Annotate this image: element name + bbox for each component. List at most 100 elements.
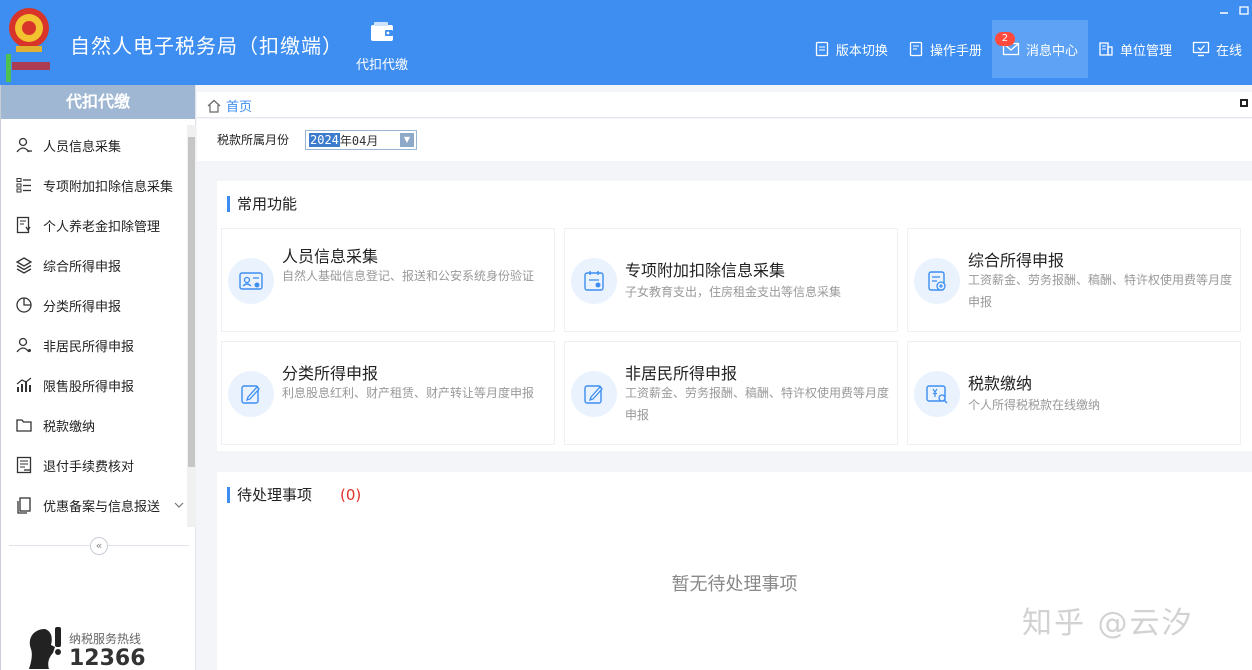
tax-month-label: 税款所属月份	[217, 133, 290, 147]
tax-month-rest: 年04月	[339, 133, 379, 148]
card-title: 非居民所得申报	[625, 364, 738, 383]
sidebar-item-label: 专项附加扣除信息采集	[43, 179, 174, 195]
card-desc: 利息股息红利、财产租赁、财产转让等月度申报	[282, 386, 535, 400]
chevron-down-icon[interactable]	[174, 500, 184, 510]
window-controls	[1218, 0, 1250, 15]
sidebar-item-refund-fee-check[interactable]: 退付手续费核对	[1, 445, 195, 485]
sidebar-item-tax-payment[interactable]: 税款缴纳	[1, 405, 195, 445]
sidebar-item-comprehensive-income[interactable]: 综合所得申报	[1, 245, 195, 285]
nav-online[interactable]: 在线	[1182, 20, 1252, 78]
sidebar-item-preferential-filing[interactable]: 优惠备案与信息报送	[1, 485, 195, 525]
app-title: 自然人电子税务局（扣缴端）	[70, 34, 343, 58]
breadcrumb-home[interactable]: 首页	[207, 96, 252, 115]
restore-icon	[1239, 6, 1249, 15]
card-title: 综合所得申报	[968, 251, 1065, 270]
tax-month-year: 2024	[309, 133, 340, 147]
tax-month-select[interactable]: 2024 年04月 ▼	[305, 130, 417, 150]
sidebar-item-special-deduction[interactable]: 专项附加扣除信息采集	[1, 165, 195, 205]
nav-version-switch[interactable]: 版本切换	[804, 20, 898, 78]
card-desc: 个人所得税税款在线缴纳	[968, 398, 1101, 412]
dropdown-arrow-icon[interactable]: ▼	[400, 133, 414, 147]
minimize-button[interactable]	[1218, 0, 1230, 14]
sidebar-scrollbar[interactable]	[187, 125, 196, 527]
building-icon	[1099, 42, 1113, 56]
breadcrumb: 首页	[197, 92, 1252, 118]
sidebar-item-label: 综合所得申报	[43, 259, 122, 275]
sidebar-item-label: 分类所得申报	[43, 299, 122, 315]
document-icon	[815, 41, 829, 57]
nav-manual[interactable]: 操作手册	[898, 20, 992, 78]
folder-icon	[16, 419, 32, 432]
calendar-form-icon	[571, 258, 617, 304]
bar-chart-icon	[16, 377, 32, 392]
manual-icon	[909, 41, 923, 57]
sidebar-item-label: 税款缴纳	[43, 419, 96, 435]
copy-icon	[17, 497, 31, 514]
list-icon	[16, 178, 31, 193]
nav-label: 在线	[1215, 43, 1242, 59]
sidebar-item-nonresident-income[interactable]: 非居民所得申报	[1, 325, 195, 365]
collapse-sidebar-button[interactable]: «	[90, 537, 108, 555]
wallet-icon	[371, 22, 393, 41]
person-alt-icon	[16, 337, 31, 353]
edit-icon	[228, 371, 274, 417]
sidebar-item-label: 优惠备案与信息报送	[43, 499, 161, 515]
person-icon	[16, 137, 32, 153]
scrollbar-thumb[interactable]	[188, 137, 195, 467]
filter-bar: 税款所属月份 2024 年04月 ▼	[197, 119, 1252, 161]
sidebar-item-classified-income[interactable]: 分类所得申报	[1, 285, 195, 325]
receipt-icon	[16, 456, 32, 474]
card-desc: 工资薪金、劳务报酬、稿酬、特许权使用费等月度申报	[968, 273, 1233, 309]
headset-person-icon	[29, 627, 61, 669]
sidebar-item-label: 限售股所得申报	[43, 379, 135, 395]
maximize-panel-button[interactable]	[1240, 99, 1248, 107]
layers-icon	[15, 257, 33, 274]
nav-unit-management[interactable]: 单位管理	[1088, 20, 1182, 78]
sidebar: 代扣代缴 人员信息采集 专项附加扣除信息采集 个人养老金扣除管理 综合所得申报 …	[0, 85, 196, 670]
pending-title-text: 待处理事项	[237, 486, 313, 504]
card-comprehensive-income[interactable]: 综合所得申报 工资薪金、劳务报酬、稿酬、特许权使用费等月度申报	[907, 228, 1241, 332]
watermark: 知乎 @云汐	[1022, 606, 1194, 641]
sidebar-item-pension[interactable]: 个人养老金扣除管理	[1, 205, 195, 245]
pending-count: (0)	[340, 485, 362, 504]
id-card-icon	[228, 258, 274, 304]
card-classified-income[interactable]: 分类所得申报 利息股息红利、财产租赁、财产转让等月度申报	[221, 341, 555, 445]
restore-button[interactable]	[1238, 0, 1250, 15]
sidebar-item-label: 个人养老金扣除管理	[43, 219, 161, 235]
pie-icon	[16, 297, 32, 313]
monitor-check-icon	[1192, 41, 1210, 57]
nav-message-center[interactable]: 2 消息中心	[991, 20, 1088, 78]
pension-doc-icon	[16, 216, 31, 234]
report-add-icon	[914, 258, 960, 304]
common-functions-panel: 常用功能 人员信息采集 自然人基础信息登记、报送和公安系统身份验证 专项附加扣除…	[217, 181, 1252, 451]
sidebar-item-label: 非居民所得申报	[43, 339, 135, 355]
sidebar-item-personnel-info[interactable]: 人员信息采集	[1, 125, 195, 165]
card-personnel-info[interactable]: 人员信息采集 自然人基础信息登记、报送和公安系统身份验证	[221, 228, 555, 332]
card-nonresident-income[interactable]: 非居民所得申报 工资薪金、劳务报酬、稿酬、特许权使用费等月度申报	[564, 341, 898, 445]
hotline-label: 纳税服务热线	[69, 632, 142, 646]
home-icon	[207, 99, 221, 113]
card-title: 税款缴纳	[968, 374, 1033, 393]
top-nav: 版本切换 操作手册 2 消息中心 单位管理 在线	[804, 20, 1252, 78]
nav-label: 操作手册	[929, 43, 982, 59]
card-desc: 子女教育支出，住房租金支出等信息采集	[625, 285, 842, 299]
nav-label: 版本切换	[835, 43, 888, 59]
card-title: 人员信息采集	[282, 247, 379, 266]
card-title: 分类所得申报	[282, 364, 379, 383]
card-tax-payment[interactable]: 税款缴纳 个人所得税税款在线缴纳	[907, 341, 1241, 445]
service-hotline: 纳税服务热线 12366	[23, 625, 146, 670]
card-desc: 自然人基础信息登记、报送和公安系统身份验证	[282, 269, 535, 283]
message-badge: 2	[994, 32, 1015, 46]
card-title: 专项附加扣除信息采集	[625, 261, 786, 280]
sidebar-item-restricted-shares[interactable]: 限售股所得申报	[1, 365, 195, 405]
breadcrumb-home-label: 首页	[226, 100, 253, 115]
pending-items-title: 待处理事项 (0)	[227, 484, 361, 505]
edit-icon	[571, 371, 617, 417]
card-special-deduction[interactable]: 专项附加扣除信息采集 子女教育支出，住房租金支出等信息采集	[564, 228, 898, 332]
module-withholding[interactable]: 代扣代缴	[352, 20, 412, 73]
card-desc: 工资薪金、劳务报酬、稿酬、特许权使用费等月度申报	[625, 386, 890, 422]
minimize-icon	[1220, 12, 1228, 14]
tax-emblem-logo	[6, 8, 50, 82]
nav-label: 单位管理	[1119, 43, 1172, 59]
hotline-number: 12366	[69, 646, 146, 670]
